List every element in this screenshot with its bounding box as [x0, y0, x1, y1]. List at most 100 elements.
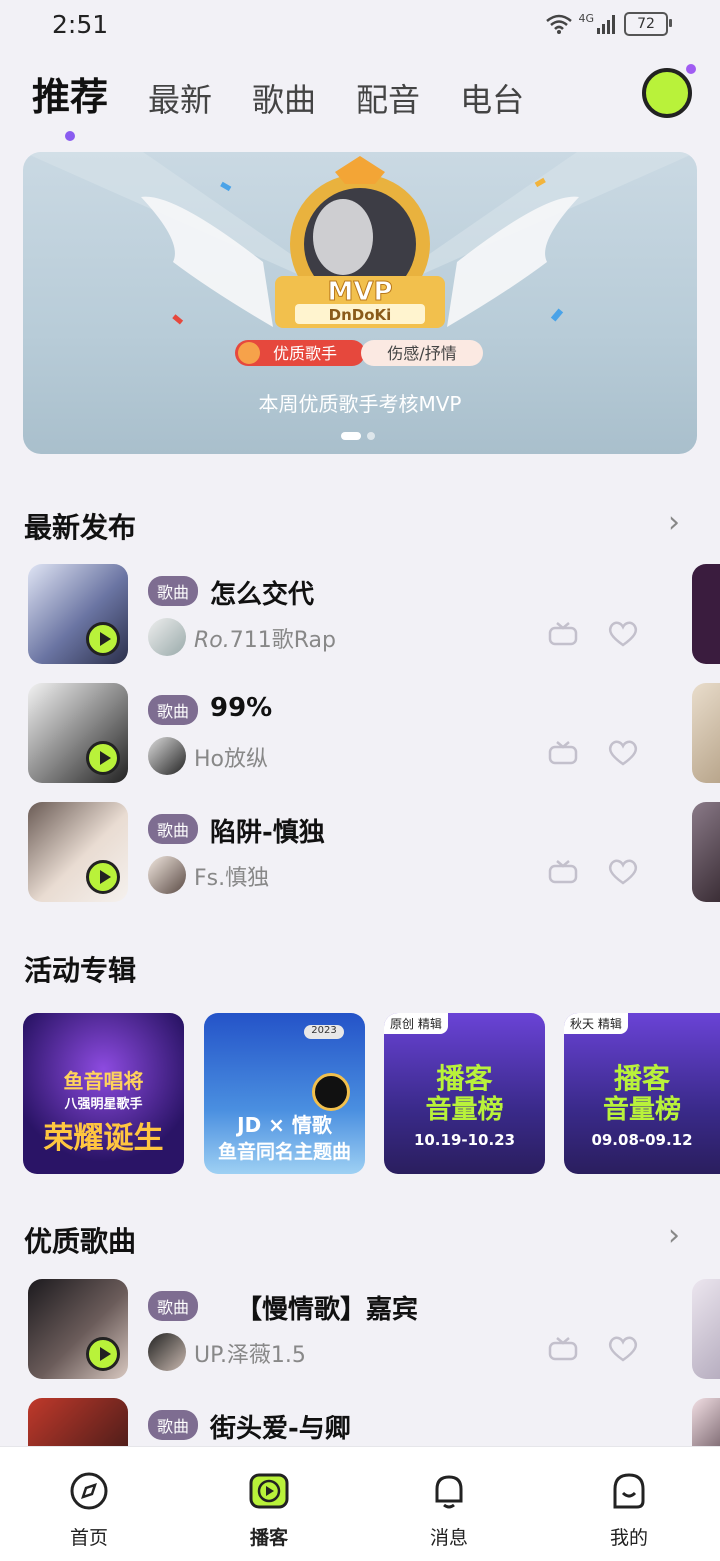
status-time: 2:51: [52, 10, 109, 39]
section-title-latest: 最新发布: [24, 511, 137, 544]
banner-tag-left: 优质歌手: [273, 344, 337, 363]
nav-home[interactable]: 首页: [44, 1471, 134, 1550]
section-title-albums: 活动专辑: [24, 954, 137, 987]
song-row[interactable]: 歌曲 陷阱-慎独 Fs.慎独: [28, 802, 720, 902]
nav-label: 我的: [609, 1527, 648, 1549]
artist-name: UP.泽薇1.5: [194, 1343, 306, 1368]
album-dates: 09.08-09.12: [591, 1131, 693, 1149]
gift-icon[interactable]: [548, 1335, 578, 1361]
song-tag: 歌曲: [148, 814, 199, 844]
tab-label: 歌曲: [252, 81, 317, 119]
song-cover: [28, 564, 128, 664]
banner-caption: 本周优质歌手考核MVP: [258, 392, 462, 416]
banner-badge-title: MVP: [327, 277, 392, 307]
song-tag: 歌曲: [148, 1291, 199, 1321]
album-card[interactable]: 原创 精辑 播客 音量榜 10.19-10.23: [384, 1013, 545, 1174]
album-line2: 鱼音同名主题曲: [217, 1141, 351, 1163]
heart-icon[interactable]: [606, 858, 640, 886]
pager-dot: [367, 432, 375, 440]
network-label: 4G: [578, 12, 594, 25]
tab-radio[interactable]: 电台: [460, 75, 524, 121]
song-row[interactable]: 歌曲 99% Ho放纵: [28, 683, 720, 783]
heart-icon[interactable]: [606, 739, 640, 767]
nav-label: 首页: [69, 1527, 108, 1549]
face-icon: [613, 1473, 645, 1509]
signal-icon: [597, 15, 615, 34]
album-line1: 鱼音唱将: [63, 1069, 144, 1093]
next-card-peek: [692, 802, 720, 902]
gift-icon[interactable]: [548, 620, 578, 646]
song-tag: 歌曲: [148, 1410, 199, 1440]
next-card-peek: [692, 1398, 720, 1446]
album-card[interactable]: 鱼音唱将 八强明星歌手 荣耀诞生: [23, 1013, 184, 1174]
mvp-banner[interactable]: MVP DnDoKi 优质歌手 伤感/抒情 本周优质歌手考核MVP: [23, 152, 697, 454]
song-cover: [28, 1279, 128, 1379]
album-card[interactable]: 2023 JD × 情歌 鱼音同名主题曲: [204, 1013, 365, 1174]
song-row[interactable]: 歌曲 街头爱-与卿: [28, 1398, 720, 1446]
next-card-peek: [692, 564, 720, 664]
play-icon[interactable]: [86, 741, 120, 775]
album-line2: 音量榜: [425, 1095, 504, 1125]
tab-recommend[interactable]: 推荐: [32, 66, 109, 141]
artist-avatar: [148, 618, 186, 656]
play-icon[interactable]: [86, 622, 120, 656]
battery-icon: 72: [624, 12, 672, 36]
tab-label: 电台: [460, 81, 525, 119]
nav-profile[interactable]: 我的: [584, 1471, 674, 1550]
song-title: 99%: [210, 693, 273, 723]
song-cover: [28, 802, 128, 902]
next-card-peek: [692, 1279, 720, 1379]
artist-avatar: [148, 1333, 186, 1371]
tab-label: 最新: [148, 81, 213, 119]
gift-icon[interactable]: [548, 858, 578, 884]
song-title: 【慢情歌】嘉宾: [236, 1295, 419, 1325]
album-line3: 荣耀诞生: [43, 1121, 164, 1156]
artist-name: Fs.慎独: [194, 866, 270, 891]
bottom-nav: 首页 播客 消息 我的: [0, 1446, 720, 1561]
heart-icon[interactable]: [606, 620, 640, 648]
tab-songs[interactable]: 歌曲: [252, 75, 316, 121]
banner-tag-right: 伤感/抒情: [387, 344, 456, 363]
battery-level: 72: [637, 16, 655, 32]
section-title-quality: 优质歌曲: [24, 1225, 137, 1258]
banner-pager: [341, 432, 375, 440]
song-title: 街头爱-与卿: [210, 1414, 351, 1444]
song-tag: 歌曲: [148, 695, 199, 725]
song-cover: [28, 1398, 128, 1446]
gift-icon[interactable]: [548, 739, 578, 765]
play-icon[interactable]: [86, 860, 120, 894]
song-row[interactable]: 歌曲 怎么交代 Ro.711歌Rap: [28, 564, 720, 664]
artist-name: Ho放纵: [194, 747, 269, 772]
tab-dubbing[interactable]: 配音: [356, 75, 420, 121]
active-tab-indicator: [65, 131, 75, 141]
song-tag: 歌曲: [148, 576, 199, 606]
song-title: 怎么交代: [210, 580, 315, 610]
compass-icon: [70, 1472, 108, 1510]
heart-icon[interactable]: [606, 1335, 640, 1363]
nav-label: 播客: [249, 1527, 288, 1549]
album-corner-label: 原创 精辑: [384, 1013, 448, 1034]
artist-avatar: [148, 737, 186, 775]
tab-latest[interactable]: 最新: [148, 75, 212, 121]
play-icon[interactable]: [86, 1337, 120, 1371]
song-row[interactable]: 歌曲 【慢情歌】嘉宾 UP.泽薇1.5: [28, 1279, 720, 1379]
nav-podcast[interactable]: 播客: [224, 1471, 314, 1550]
search-icon[interactable]: [642, 64, 696, 118]
status-indicators: 4G 72: [546, 12, 672, 36]
banner-name: DnDoKi: [329, 306, 392, 324]
chevron-right-icon[interactable]: ›: [668, 1218, 680, 1253]
album-year: 2023: [304, 1025, 344, 1039]
nav-label: 消息: [429, 1527, 468, 1549]
artist-name: Ro.711歌Rap: [194, 622, 336, 654]
album-line1: JD × 情歌: [237, 1113, 332, 1137]
album-line2: 八强明星歌手: [64, 1097, 143, 1112]
album-dates: 10.19-10.23: [413, 1131, 516, 1149]
chevron-right-icon[interactable]: ›: [668, 505, 680, 540]
artist-prefix: Ro.: [194, 628, 230, 653]
album-card[interactable]: 秋天 精辑 播客 音量榜 09.08-09.12: [564, 1013, 720, 1174]
song-cover: [28, 683, 128, 783]
pager-dot-active: [341, 432, 361, 440]
album-line2: 音量榜: [602, 1095, 681, 1125]
tab-label: 推荐: [32, 75, 109, 119]
nav-messages[interactable]: 消息: [404, 1471, 494, 1550]
